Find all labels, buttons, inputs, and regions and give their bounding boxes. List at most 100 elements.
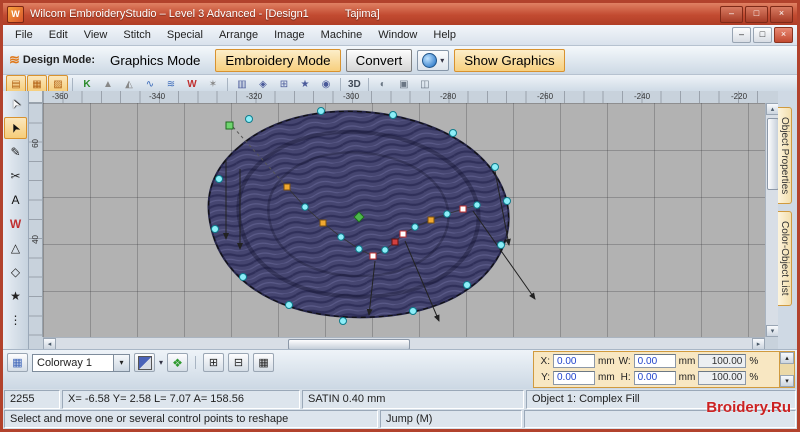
- title-bar[interactable]: W Wilcom EmbroideryStudio – Level 3 Adva…: [3, 3, 797, 25]
- tab-color-object-list[interactable]: Color-Object List: [778, 211, 792, 306]
- reshape-node[interactable]: [503, 197, 511, 205]
- pointer-coordinates: X= -6.58 Y= 2.58 L= 7.07 A= 158.56: [62, 390, 300, 409]
- thread-colors-button[interactable]: ⊟: [228, 353, 250, 372]
- pen-tool[interactable]: ✎: [4, 141, 27, 163]
- menu-stitch[interactable]: Stitch: [115, 27, 159, 43]
- reshape-node[interactable]: [215, 175, 223, 183]
- diamond-shape-tool[interactable]: ◇: [4, 261, 27, 283]
- control-circle[interactable]: [355, 245, 363, 253]
- scale-x-input[interactable]: [698, 354, 747, 369]
- x-input[interactable]: [553, 354, 595, 369]
- show-graphics-button[interactable]: Show Graphics: [454, 48, 565, 72]
- w-unit: mm: [678, 355, 696, 367]
- monogram-tool[interactable]: W: [4, 213, 27, 235]
- reshape-node[interactable]: [449, 129, 457, 137]
- control-square[interactable]: [391, 238, 399, 246]
- menu-special[interactable]: Special: [159, 27, 211, 43]
- reshape-node[interactable]: [463, 281, 471, 289]
- shape-tool[interactable]: △: [4, 237, 27, 259]
- stitch-type-info: SATIN 0.40 mm: [302, 390, 524, 409]
- menu-file[interactable]: File: [7, 27, 41, 43]
- menu-view[interactable]: View: [76, 27, 116, 43]
- ruler-tick: -260: [537, 92, 554, 101]
- reshape-node[interactable]: [245, 115, 253, 123]
- w-input[interactable]: [633, 354, 676, 369]
- colorway-combobox[interactable]: Colorway 1 ▾: [32, 353, 130, 372]
- mdi-restore-button[interactable]: □: [753, 27, 772, 43]
- ruler-tick: -300: [343, 92, 360, 101]
- reshape-node[interactable]: [239, 273, 247, 281]
- workspace: ➤ ➤ ✎ ✂ A W △ ◇ ★ ⋮ -360 -340 -320 -300 …: [3, 91, 797, 350]
- menu-machine[interactable]: Machine: [313, 27, 371, 43]
- mdi-close-button[interactable]: ×: [774, 27, 793, 43]
- spin-down-button[interactable]: ▾: [780, 375, 794, 387]
- convert-button[interactable]: Convert: [345, 48, 413, 72]
- reshape-node[interactable]: [497, 241, 505, 249]
- hoop-globe-button[interactable]: ▾: [417, 49, 450, 71]
- control-square[interactable]: [399, 230, 407, 238]
- horizontal-scrollbar[interactable]: ◂ ▸: [43, 337, 765, 350]
- embroidery-mode-button[interactable]: Embroidery Mode: [215, 48, 341, 72]
- design-svg: [207, 107, 536, 325]
- maximize-button[interactable]: □: [745, 5, 768, 23]
- hint-message: Select and move one or several control p…: [4, 410, 378, 428]
- reshape-node[interactable]: [409, 307, 417, 315]
- color-swatch-button[interactable]: [134, 353, 155, 372]
- reshape-node[interactable]: [491, 163, 499, 171]
- reshape-node[interactable]: [285, 301, 293, 309]
- select-tool[interactable]: ➤: [4, 93, 27, 115]
- knife-tool[interactable]: ✂: [4, 165, 27, 187]
- control-circle[interactable]: [411, 223, 419, 231]
- y-input[interactable]: [553, 370, 595, 385]
- graphics-mode-button[interactable]: Graphics Mode: [100, 49, 210, 72]
- control-square[interactable]: [283, 183, 291, 191]
- vertical-ruler[interactable]: 60 40: [29, 103, 43, 337]
- reshape-node[interactable]: [389, 111, 397, 119]
- reshape-tool[interactable]: ➤: [4, 117, 27, 139]
- ruler-tick: -360: [52, 92, 69, 101]
- mdi-minimize-button[interactable]: –: [732, 27, 751, 43]
- chevron-down-icon[interactable]: ▾: [159, 358, 163, 367]
- window-title-suffix: Tajima]: [344, 8, 380, 20]
- spin-up-button[interactable]: ▴: [780, 352, 794, 364]
- ruler-tick: -340: [149, 92, 166, 101]
- scale-y-input[interactable]: [698, 370, 747, 385]
- stitch-edit-tool[interactable]: ⋮: [4, 309, 27, 331]
- menu-window[interactable]: Window: [370, 27, 425, 43]
- thread-chart-button[interactable]: ⊞: [203, 353, 225, 372]
- lettering-tool[interactable]: A: [4, 189, 27, 211]
- reshape-node[interactable]: [339, 317, 347, 325]
- color-mixer-button[interactable]: ❖: [167, 353, 189, 372]
- control-circle[interactable]: [381, 246, 389, 254]
- watermark: Broidery.Ru: [706, 399, 791, 416]
- palette-button[interactable]: ▦: [253, 353, 275, 372]
- control-circle[interactable]: [337, 233, 345, 241]
- menu-arrange[interactable]: Arrange: [211, 27, 266, 43]
- menu-image[interactable]: Image: [266, 27, 313, 43]
- background-swatch-icon[interactable]: ▦: [7, 353, 28, 372]
- bottom-bar: ▦ Colorway 1 ▾ ▾ ❖ ⊞ ⊟ ▦ X: mm: [3, 349, 797, 389]
- h-input[interactable]: [633, 370, 676, 385]
- control-square[interactable]: [369, 252, 377, 260]
- chevron-down-icon[interactable]: ▾: [113, 354, 129, 371]
- h-label: H:: [620, 372, 631, 384]
- status-bar: 2255 X= -6.58 Y= 2.58 L= 7.07 A= 158.56 …: [3, 389, 797, 409]
- design-canvas[interactable]: [43, 103, 765, 337]
- reshape-node[interactable]: [317, 107, 325, 115]
- control-square[interactable]: [319, 219, 327, 227]
- menu-edit[interactable]: Edit: [41, 27, 76, 43]
- swatch-icon: [137, 355, 152, 370]
- menu-help[interactable]: Help: [425, 27, 464, 43]
- control-square[interactable]: [427, 216, 435, 224]
- vertical-scrollbar[interactable]: ▴ ▾: [765, 103, 779, 337]
- start-point-handle[interactable]: [225, 121, 234, 130]
- control-circle[interactable]: [473, 201, 481, 209]
- reshape-node[interactable]: [211, 225, 219, 233]
- control-square[interactable]: [459, 205, 467, 213]
- control-circle[interactable]: [301, 203, 309, 211]
- star-shape-tool[interactable]: ★: [4, 285, 27, 307]
- control-circle[interactable]: [443, 210, 451, 218]
- minimize-button[interactable]: –: [720, 5, 743, 23]
- close-button[interactable]: ×: [770, 5, 793, 23]
- tab-object-properties[interactable]: Object Properties: [778, 107, 792, 205]
